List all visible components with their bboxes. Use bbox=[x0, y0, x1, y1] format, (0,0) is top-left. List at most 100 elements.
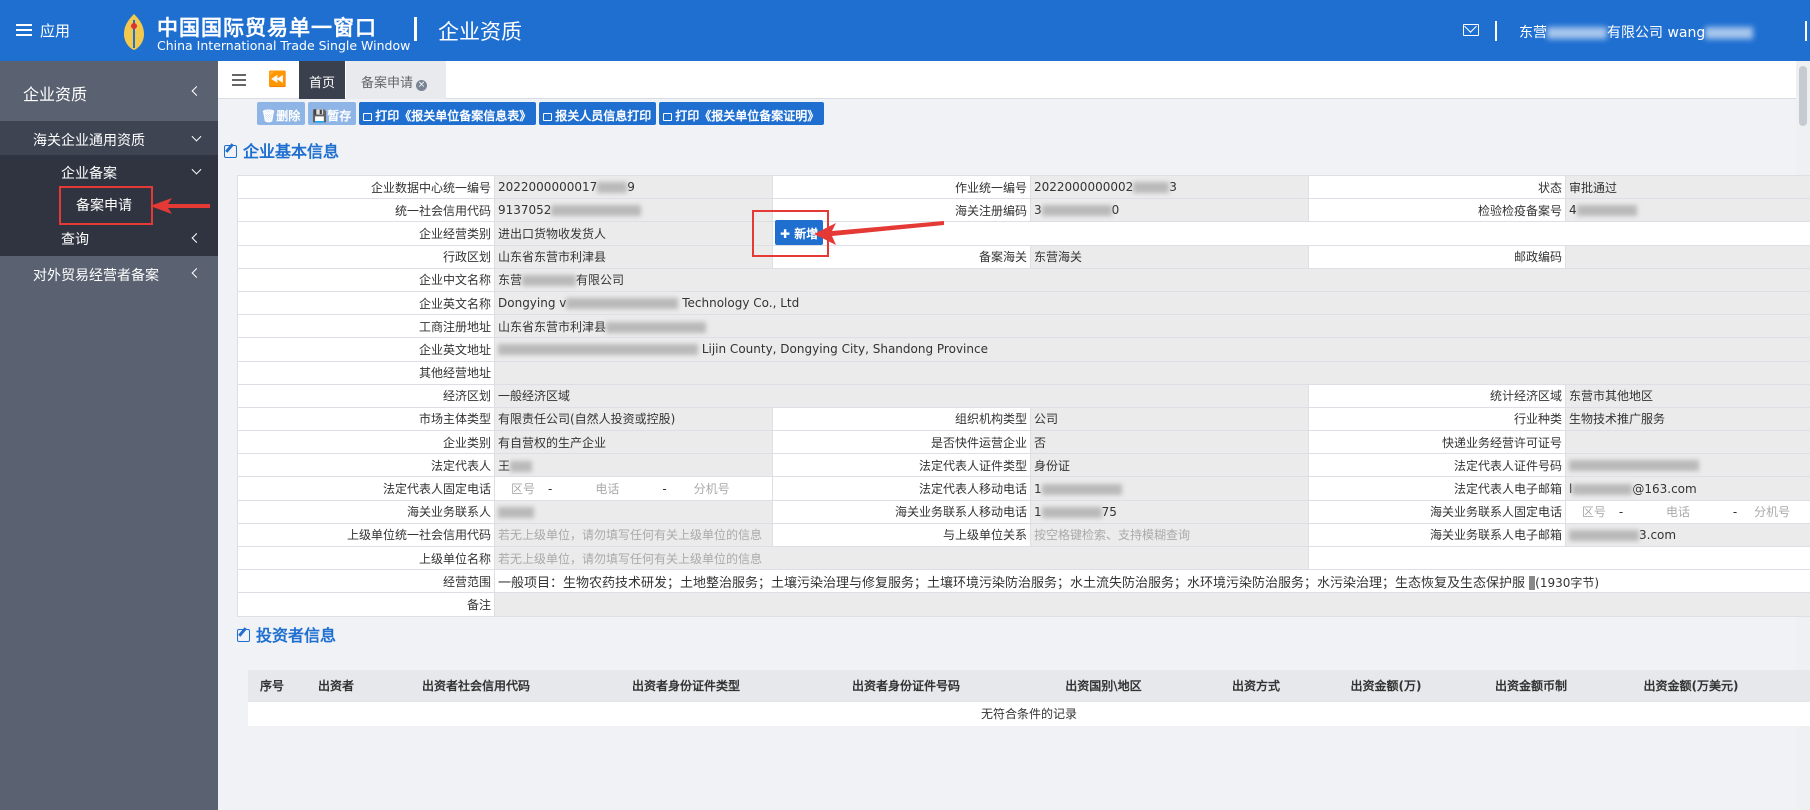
trash-icon: 🗑 bbox=[261, 109, 277, 123]
record-customs-field[interactable]: 东营海关 bbox=[1030, 244, 1309, 269]
contact-mobile-field[interactable]: 1 75 bbox=[1030, 499, 1309, 524]
annotation-highlight-box bbox=[59, 186, 153, 225]
contact-email-field[interactable]: 3.com bbox=[1565, 522, 1810, 548]
tab-record-apply[interactable]: 备案申请 × bbox=[346, 61, 446, 99]
menu-icon[interactable] bbox=[232, 74, 246, 86]
redacted-text bbox=[1569, 460, 1699, 472]
print-info-button[interactable]: 打印《报关单位备案信息表》 bbox=[359, 102, 537, 125]
column-header[interactable]: 出资者社会信用代码 bbox=[376, 670, 576, 701]
field-label: 工商注册地址 bbox=[237, 314, 495, 339]
field-label: 统计经济区域 bbox=[1308, 383, 1566, 408]
credit-code-field: 9137052 bbox=[494, 198, 773, 223]
legal-id-type-field[interactable]: 身份证 bbox=[1030, 453, 1309, 478]
ext-input[interactable]: 分机号 bbox=[1737, 503, 1807, 520]
field-label: 海关业务联系人电子邮箱 bbox=[1308, 522, 1566, 548]
user-info[interactable]: 东营 有限公司 wang bbox=[1519, 22, 1754, 42]
redacted-text bbox=[498, 344, 698, 356]
field-label: 企业数据中心统一编号 bbox=[237, 174, 495, 200]
reg-addr-field[interactable]: 山东省东营市利津县 bbox=[494, 314, 1810, 339]
contact-field[interactable] bbox=[494, 499, 773, 524]
org-type-field[interactable]: 公司 bbox=[1030, 406, 1309, 432]
redacted-text bbox=[1041, 506, 1102, 518]
field-label: 海关业务联系人 bbox=[237, 499, 495, 524]
column-header[interactable]: 出资金额(万美元) bbox=[1611, 670, 1771, 701]
save-draft-button[interactable]: 💾暂存 bbox=[308, 102, 357, 125]
field-label: 作业统一编号 bbox=[772, 174, 1031, 200]
mail-icon[interactable] bbox=[1463, 24, 1479, 36]
field-label: 检验检疫备案号 bbox=[1308, 198, 1566, 223]
menu-icon bbox=[16, 24, 32, 37]
print-staff-button[interactable]: 报关人员信息打印 bbox=[539, 102, 657, 125]
field-label: 快递业务经营许可证号 bbox=[1308, 430, 1566, 455]
column-header[interactable]: 出资者身份证件号码 bbox=[796, 670, 1016, 701]
column-header[interactable]: 出资者 bbox=[296, 670, 376, 701]
sidebar-item-customs-general[interactable]: 海关企业通用资质 bbox=[0, 121, 218, 155]
en-name-field[interactable]: Dongying v Technology Co., Ltd bbox=[494, 290, 1810, 316]
field-label: 上级单位统一社会信用代码 bbox=[237, 522, 495, 548]
express-license-field[interactable] bbox=[1565, 430, 1810, 455]
legal-mobile-field[interactable]: 1 bbox=[1030, 476, 1309, 501]
column-header[interactable]: 出资金额(万) bbox=[1321, 670, 1451, 701]
page-title: 企业资质 bbox=[438, 20, 522, 44]
sidebar-item-label: 对外贸易经营者备案 bbox=[33, 268, 159, 284]
delete-button[interactable]: 🗑删除 bbox=[257, 102, 306, 125]
field-value: 有限公司 bbox=[576, 273, 625, 288]
parent-credit-field[interactable]: 若无上级单位，请勿填写任何有关上级单位的信息 bbox=[494, 522, 773, 548]
biz-type-field[interactable]: 进出口货物收发货人 bbox=[494, 221, 773, 246]
sidebar-item-qualification[interactable]: 企业资质 bbox=[0, 61, 218, 121]
legal-phone-field[interactable]: 区号 - 电话 - 分机号 bbox=[494, 476, 773, 501]
legal-email-field[interactable]: l @163.com bbox=[1565, 476, 1810, 501]
phone-input[interactable]: 电话 bbox=[552, 480, 662, 497]
column-header[interactable]: 出资方式 bbox=[1191, 670, 1321, 701]
en-addr-field[interactable]: Lijin County, Dongying City, Shandong Pr… bbox=[494, 337, 1810, 362]
print-icon bbox=[363, 113, 373, 121]
ent-category-field[interactable]: 有自营权的生产企业 bbox=[494, 430, 773, 455]
enterprise-basic-form: 企业数据中心统一编号 2022000000017 9 作业统一编号 2022000… bbox=[237, 174, 1810, 617]
column-header[interactable]: 出资者身份证件类型 bbox=[576, 670, 796, 701]
econ-zone-field[interactable]: 一般经济区域 bbox=[494, 383, 1309, 408]
district-field[interactable]: 山东省东营市利津县 bbox=[494, 244, 773, 269]
scrollbar-thumb[interactable] bbox=[1799, 66, 1807, 126]
legal-rep-field[interactable]: 王 bbox=[494, 453, 773, 478]
field-label: 法定代表人移动电话 bbox=[772, 476, 1031, 501]
ext-input[interactable]: 分机号 bbox=[667, 480, 757, 497]
tab-home[interactable]: 首页 bbox=[299, 61, 345, 99]
tab-label: 备案申请 bbox=[361, 76, 414, 91]
app-menu-button[interactable]: 应用 bbox=[16, 20, 70, 41]
stat-zone-field[interactable]: 东营市其他地区 bbox=[1565, 383, 1810, 408]
postcode-field[interactable] bbox=[1565, 244, 1810, 269]
sidebar-item-foreign-trade[interactable]: 对外贸易经营者备案 bbox=[0, 256, 218, 290]
phone-input[interactable]: 电话 bbox=[1623, 503, 1733, 520]
field-value: 3 bbox=[1034, 203, 1042, 218]
parent-name-field[interactable]: 若无上级单位，请勿填写任何有关上级单位的信息 bbox=[494, 545, 1309, 571]
sidebar-item-label: 查询 bbox=[61, 232, 89, 248]
column-header[interactable]: 出资金额币制 bbox=[1451, 670, 1611, 701]
cn-name-field[interactable]: 东营 有限公司 bbox=[494, 267, 1810, 292]
column-header[interactable]: 出资国别\地区 bbox=[1016, 670, 1191, 701]
sidebar-item-query[interactable]: 查询 bbox=[0, 221, 218, 255]
industry-field[interactable]: 生物技术推广服务 bbox=[1565, 406, 1810, 432]
sidebar-item-enterprise-record[interactable]: 企业备案 bbox=[0, 155, 218, 187]
double-chevron-left-icon[interactable]: ⏪ bbox=[268, 70, 287, 88]
area-code-input[interactable]: 区号 bbox=[498, 480, 548, 497]
legal-id-no-field[interactable] bbox=[1565, 453, 1810, 478]
redacted-text bbox=[1041, 205, 1112, 217]
express-field[interactable]: 否 bbox=[1030, 430, 1309, 455]
market-type-field[interactable]: 有限责任公司(自然人投资或控股) bbox=[494, 406, 773, 432]
field-label: 企业类别 bbox=[237, 430, 495, 455]
job-no-field: 2022000000002 3 bbox=[1030, 174, 1309, 200]
contact-phone-field[interactable]: 区号 - 电话 - 分机号 bbox=[1565, 499, 1810, 524]
remark-field[interactable] bbox=[494, 592, 1810, 617]
redacted-text bbox=[566, 298, 679, 310]
print-cert-button[interactable]: 打印《报关单位备案证明》 bbox=[659, 102, 825, 125]
chevron-down-icon bbox=[191, 164, 202, 175]
parent-rel-field[interactable]: 按空格键检索、支持模糊查询 bbox=[1030, 522, 1309, 548]
area-code-input[interactable]: 区号 bbox=[1569, 503, 1619, 520]
field-label: 法定代表人电子邮箱 bbox=[1308, 476, 1566, 501]
other-addr-field[interactable] bbox=[494, 360, 1810, 385]
button-label: 报关人员信息打印 bbox=[555, 109, 652, 123]
close-icon[interactable]: × bbox=[416, 80, 428, 91]
column-header[interactable]: 序号 bbox=[248, 670, 296, 701]
investor-table: 序号 出资者 出资者社会信用代码 出资者身份证件类型 出资者身份证件号码 出资国… bbox=[248, 670, 1810, 726]
scope-field[interactable]: 一般项目：生物农药技术研发；土地整治服务；土壤污染治理与修复服务；土壤环境污染防… bbox=[494, 569, 1810, 594]
